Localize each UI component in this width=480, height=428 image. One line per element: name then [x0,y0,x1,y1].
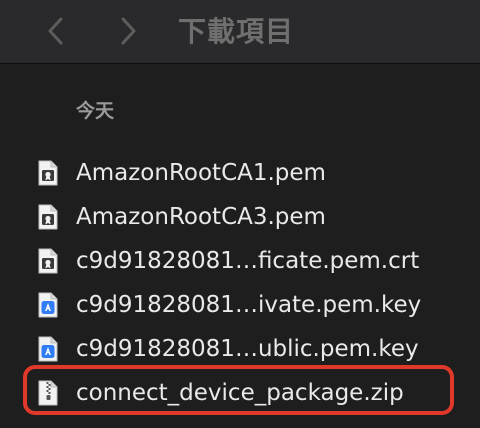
file-row-private-key[interactable]: c9d91828081…ivate.pem.key [0,283,480,327]
file-name: c9d91828081…ivate.pem.key [76,292,422,318]
file-list-area[interactable]: 今天 AmazonRootCA1.pem AmazonRootCA3.pem c… [0,65,480,428]
chevron-left-icon [46,16,66,46]
file-row-certificate-crt[interactable]: c9d91828081…ficate.pem.crt [0,239,480,283]
file-row-connect-device-package[interactable]: connect_device_package.zip [0,371,480,415]
file-name: AmazonRootCA1.pem [76,160,326,186]
forward-button[interactable] [112,14,144,48]
toolbar: 下載項目 [0,0,480,64]
key-file-icon [37,336,59,362]
file-row-amazonrootca3[interactable]: AmazonRootCA3.pem [0,195,480,239]
file-name: c9d91828081…ficate.pem.crt [76,248,420,274]
chevron-right-icon [118,16,138,46]
finder-window: 下載項目 今天 AmazonRootCA1.pem AmazonRootCA3.… [0,0,480,428]
file-row-public-key[interactable]: c9d91828081…ublic.pem.key [0,327,480,371]
file-name: connect_device_package.zip [76,380,404,406]
key-file-icon [37,292,59,318]
back-button[interactable] [40,14,72,48]
section-header-today: 今天 [76,100,115,122]
certificate-file-icon [37,204,59,230]
certificate-file-icon [37,160,59,186]
file-name: c9d91828081…ublic.pem.key [76,336,419,362]
certificate-file-icon [37,248,59,274]
zip-file-icon [37,380,59,406]
file-row-amazonrootca1[interactable]: AmazonRootCA1.pem [0,151,480,195]
window-title: 下載項目 [178,15,295,48]
file-list: AmazonRootCA1.pem AmazonRootCA3.pem c9d9… [0,151,480,415]
file-name: AmazonRootCA3.pem [76,204,326,230]
